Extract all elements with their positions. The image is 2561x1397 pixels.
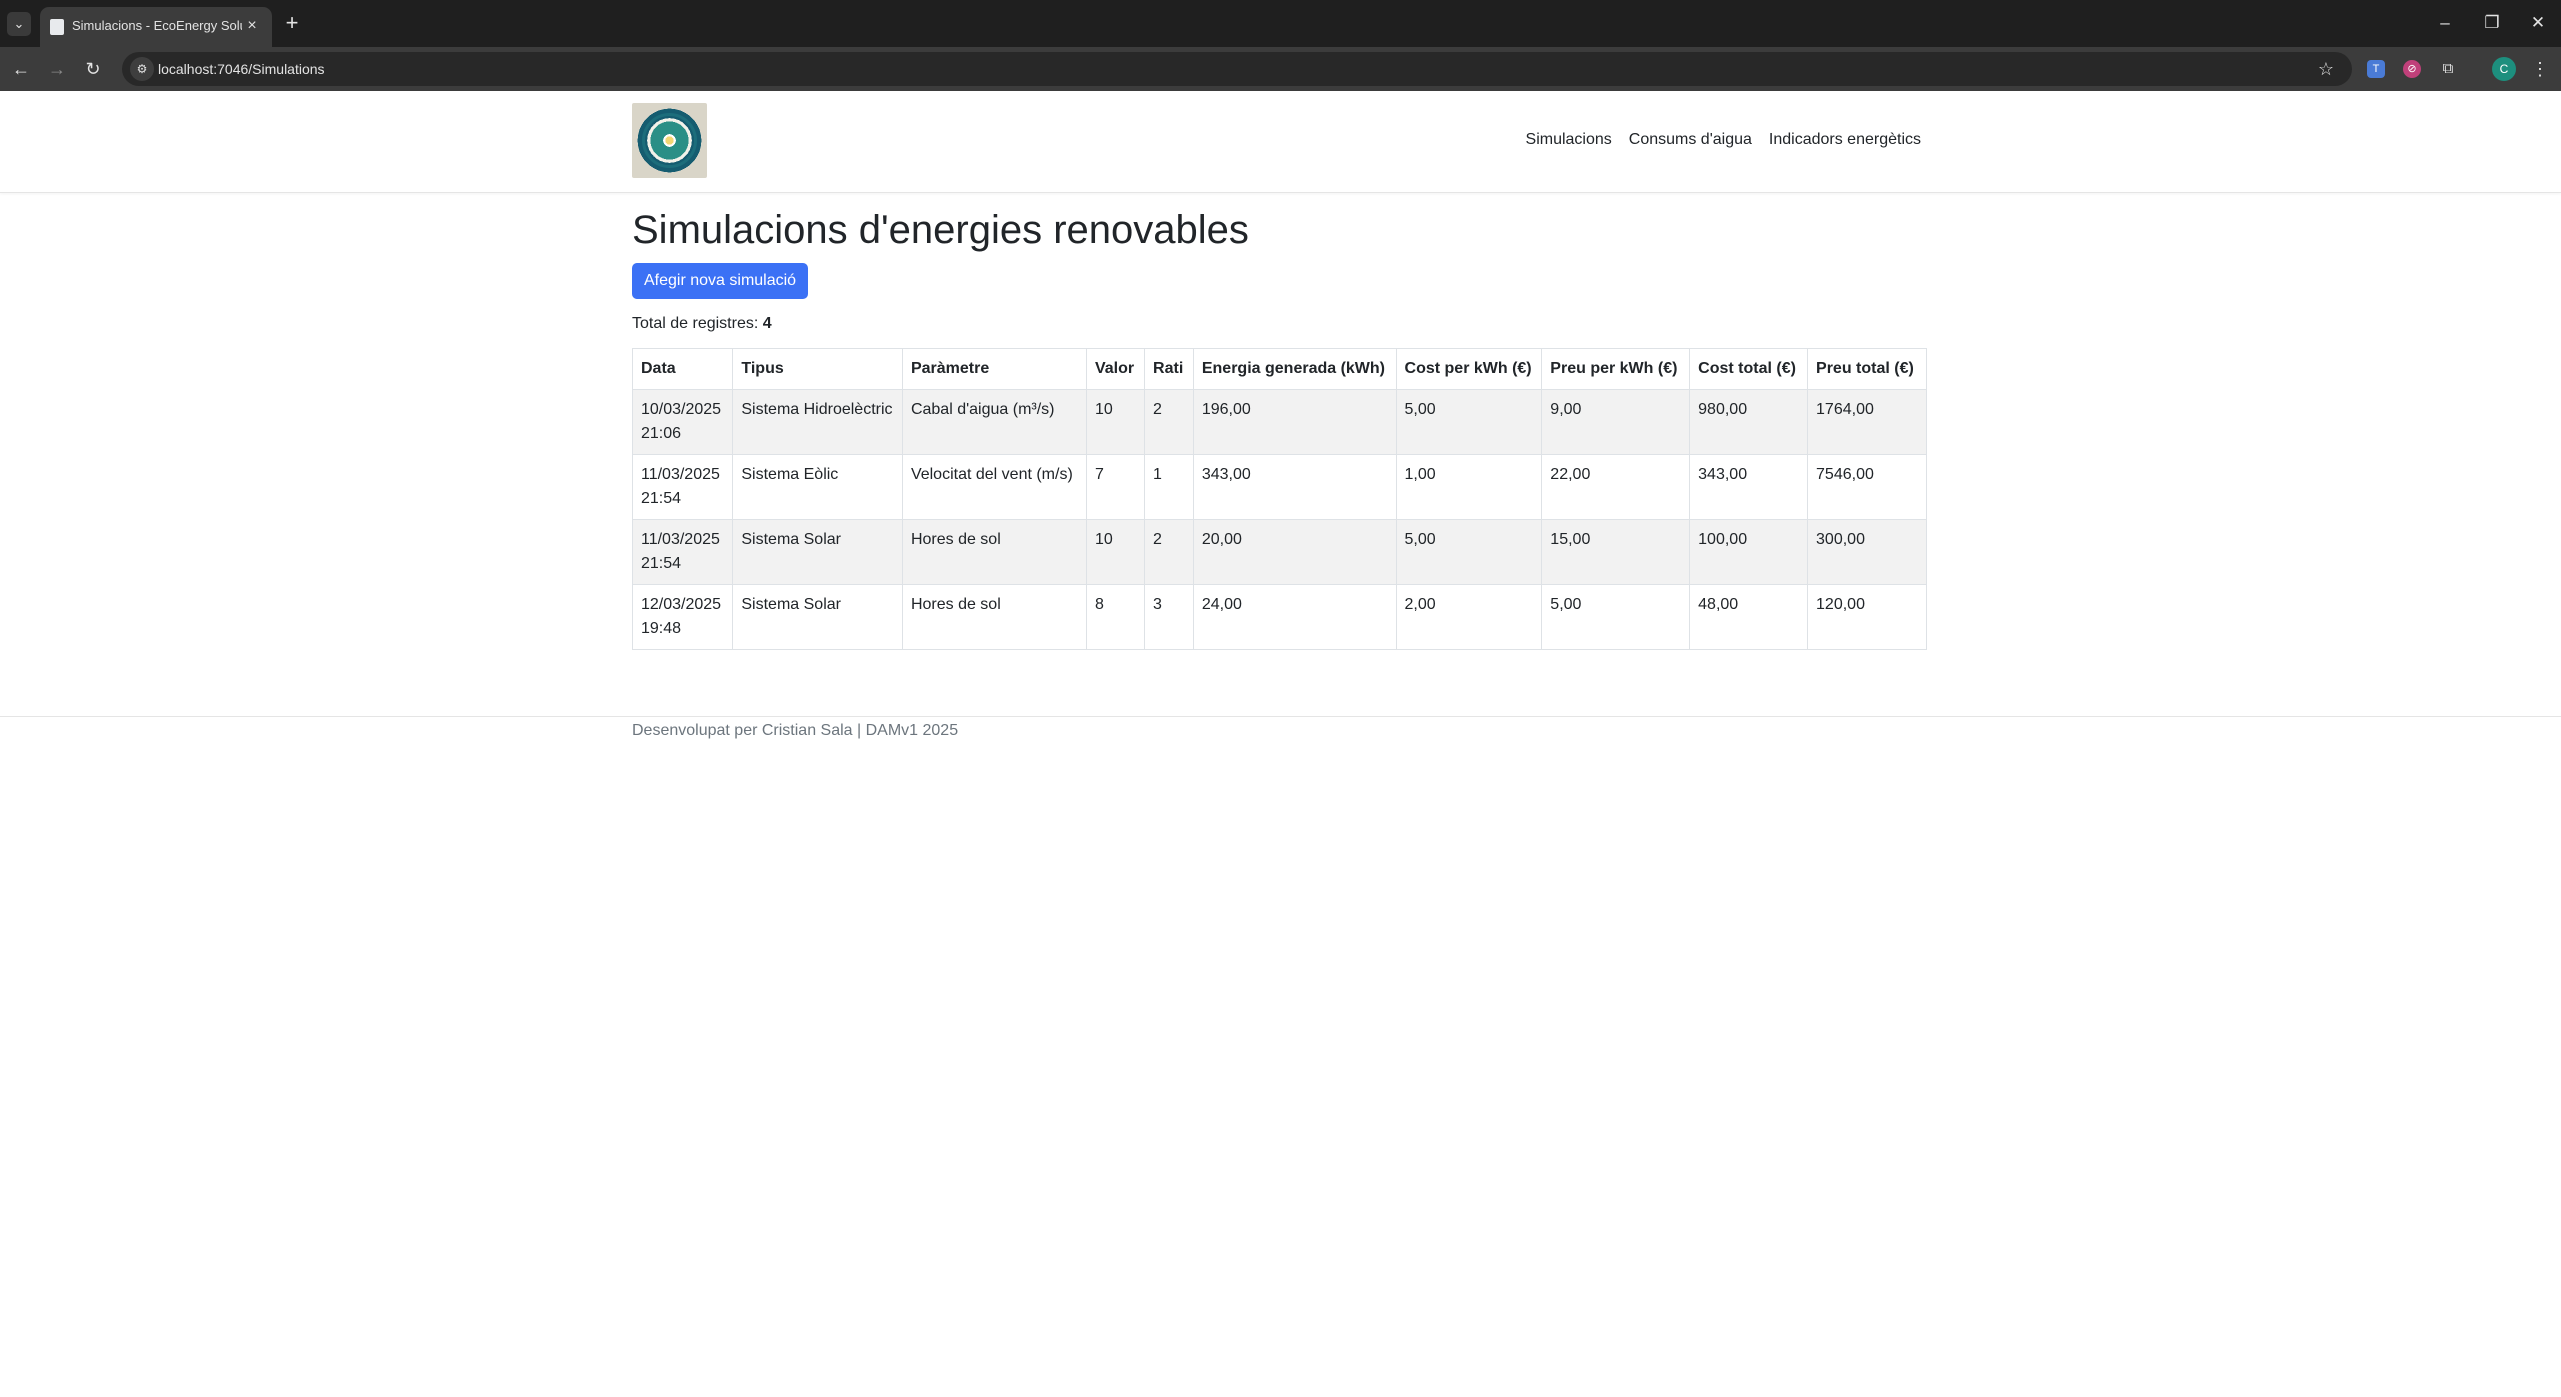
table-cell: 11/03/2025 21:54	[631, 519, 734, 585]
total-records-label: Total de registres:	[632, 315, 759, 332]
footer-divider	[0, 716, 2561, 717]
tab-search-chevron-icon[interactable]: ⌄	[7, 12, 31, 36]
total-records-count: 4	[762, 315, 772, 332]
table-cell: 22,00	[1541, 454, 1691, 520]
table-cell: 48,00	[1689, 584, 1809, 650]
restore-icon[interactable]: ❐	[2477, 10, 2507, 36]
table-cell: 1764,00	[1807, 389, 1927, 455]
site-info-icon[interactable]: ⚙	[130, 57, 154, 81]
browser-toolbar: ← → ↻ ⚙ localhost:7046/Simulations ☆ T ⊘…	[0, 47, 2561, 91]
table-cell: 196,00	[1192, 389, 1397, 455]
back-icon[interactable]: ←	[8, 56, 34, 82]
table-cell: 7	[1085, 454, 1146, 520]
site-logo[interactable]	[632, 103, 707, 178]
table-cell: 1	[1144, 454, 1194, 520]
table-cell: 10	[1085, 389, 1146, 455]
table-cell: 9,00	[1541, 389, 1691, 455]
table-cell: Sistema Hidroelèctric	[732, 389, 903, 455]
table-cell: Cabal d'aigua (m³/s)	[901, 389, 1087, 455]
table-cell: 20,00	[1192, 519, 1397, 585]
table-cell: 3	[1144, 584, 1194, 650]
column-header: Tipus	[732, 348, 903, 390]
column-header: Cost per kWh (€)	[1395, 348, 1543, 390]
simulations-table: Data Tipus Paràmetre Valor Rati Energia …	[631, 348, 1927, 650]
page-title: Simulacions d'energies renovables	[632, 208, 1249, 252]
table-cell: 2,00	[1395, 584, 1543, 650]
table-row: 11/03/2025 21:54 Sistema Eòlic Velocitat…	[631, 454, 1927, 520]
table-cell: 2	[1144, 519, 1194, 585]
profile-avatar[interactable]: C	[2492, 57, 2516, 81]
table-cell: 343,00	[1689, 454, 1809, 520]
table-row: 10/03/2025 21:06 Sistema Hidroelèctric C…	[631, 389, 1927, 455]
forward-icon[interactable]: →	[44, 56, 70, 82]
table-cell: 100,00	[1689, 519, 1809, 585]
table-header-row: Data Tipus Paràmetre Valor Rati Energia …	[631, 348, 1927, 390]
column-header: Preu total (€)	[1807, 348, 1927, 390]
minimize-icon[interactable]: –	[2430, 10, 2460, 36]
table-cell: Hores de sol	[901, 584, 1087, 650]
total-records: Total de registres: 4	[632, 315, 1929, 333]
browser-menu-icon[interactable]: ⋮	[2530, 57, 2550, 81]
table-row: 12/03/2025 19:48 Sistema Solar Hores de …	[631, 584, 1927, 650]
nav-link-simulacions[interactable]: Simulacions	[1526, 131, 1612, 149]
column-header: Valor	[1085, 348, 1146, 390]
table-cell: 12/03/2025 19:48	[631, 584, 734, 650]
table-cell: 2	[1144, 389, 1194, 455]
reload-icon[interactable]: ↻	[80, 56, 106, 82]
browser-tab[interactable]: Simulacions - EcoEnergy Soluti ×	[40, 7, 272, 47]
translate-extension-icon[interactable]: T	[2367, 60, 2385, 78]
add-simulation-button[interactable]: Afegir nova simulació	[632, 263, 809, 299]
table-cell: 7546,00	[1807, 454, 1927, 520]
logo-ring	[642, 113, 697, 168]
nav-links: Simulacions Consums d'aigua Indicadors e…	[1526, 131, 1921, 149]
table-cell: 5,00	[1541, 584, 1691, 650]
page: Simulacions Consums d'aigua Indicadors e…	[0, 91, 2561, 1397]
table-cell: 24,00	[1192, 584, 1397, 650]
page-favicon-icon	[50, 19, 64, 35]
nav-link-consums-aigua[interactable]: Consums d'aigua	[1629, 131, 1752, 149]
table-cell: 343,00	[1192, 454, 1397, 520]
column-header: Paràmetre	[901, 348, 1087, 390]
table-cell: 120,00	[1807, 584, 1927, 650]
table-cell: 980,00	[1689, 389, 1809, 455]
site-navbar: Simulacions Consums d'aigua Indicadors e…	[0, 91, 2561, 193]
tab-close-icon[interactable]: ×	[242, 16, 262, 36]
table-cell: 5,00	[1395, 389, 1543, 455]
tab-title: Simulacions - EcoEnergy Soluti	[72, 18, 242, 33]
new-tab-icon[interactable]: +	[280, 12, 304, 36]
column-header: Preu per kWh (€)	[1541, 348, 1691, 390]
column-header: Data	[631, 348, 734, 390]
table-cell: 300,00	[1807, 519, 1927, 585]
table-cell: 5,00	[1395, 519, 1543, 585]
block-extension-icon[interactable]: ⊘	[2403, 60, 2421, 78]
table-cell: Sistema Eòlic	[732, 454, 903, 520]
browser-tabstrip: ⌄ Simulacions - EcoEnergy Soluti × + – ❐…	[0, 0, 2561, 47]
table-cell: Sistema Solar	[732, 519, 903, 585]
table-cell: Hores de sol	[901, 519, 1087, 585]
table-cell: 10	[1085, 519, 1146, 585]
table-cell: 1,00	[1395, 454, 1543, 520]
url-text[interactable]: localhost:7046/Simulations	[158, 61, 325, 77]
table-cell: 8	[1085, 584, 1146, 650]
address-bar[interactable]: ⚙ localhost:7046/Simulations ☆	[122, 52, 2352, 86]
table-row: 11/03/2025 21:54 Sistema Solar Hores de …	[631, 519, 1927, 585]
nav-link-indicadors-energetics[interactable]: Indicadors energètics	[1769, 131, 1921, 149]
column-header: Cost total (€)	[1689, 348, 1809, 390]
table-cell: Sistema Solar	[732, 584, 903, 650]
footer-text: Desenvolupat per Cristian Sala | DAMv1 2…	[632, 722, 959, 739]
extensions-puzzle-icon[interactable]: ⧉	[2439, 60, 2457, 78]
table-cell: Velocitat del vent (m/s)	[901, 454, 1087, 520]
table-cell: 11/03/2025 21:54	[631, 454, 734, 520]
table-cell: 15,00	[1541, 519, 1691, 585]
column-header: Rati	[1144, 348, 1194, 390]
column-header: Energia generada (kWh)	[1192, 348, 1397, 390]
table-cell: 10/03/2025 21:06	[631, 389, 734, 455]
bookmark-star-icon[interactable]: ☆	[2314, 57, 2338, 81]
main-content: Simulacions d'energies renovables Afegir…	[631, 206, 1929, 650]
close-window-icon[interactable]: ✕	[2523, 10, 2553, 36]
